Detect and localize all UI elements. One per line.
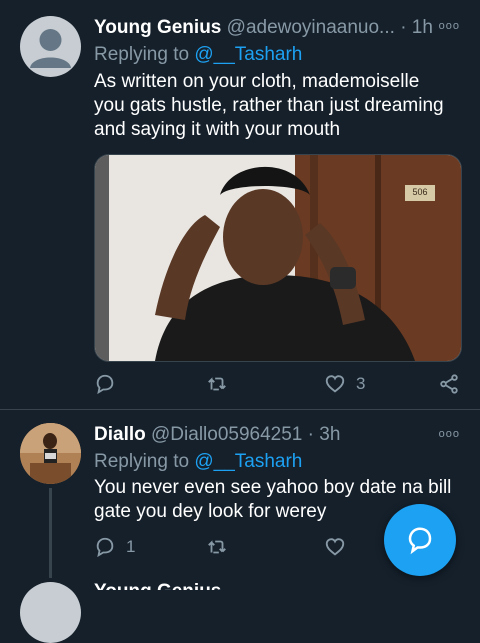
avatar[interactable]: [20, 16, 81, 77]
timestamp[interactable]: 1h: [412, 17, 433, 38]
replying-to: Replying to @__Tasharh: [94, 43, 302, 67]
mention-link[interactable]: @__Tasharh: [194, 44, 302, 65]
tweet-image[interactable]: 506: [94, 154, 462, 362]
room-number: 506: [412, 187, 428, 197]
tweet-text: As written on your cloth, mademoiselle y…: [94, 71, 444, 140]
tweet-actions: 3: [94, 373, 460, 399]
like-count: 3: [356, 374, 366, 393]
display-name[interactable]: Young Genius: [94, 17, 221, 38]
reply-count: 1: [126, 537, 136, 556]
retweet-icon: [208, 540, 226, 554]
dot-separator: ·: [307, 424, 314, 445]
display-name[interactable]: Diallo: [94, 424, 146, 445]
more-icon[interactable]: ooo: [439, 20, 460, 32]
retweet-button[interactable]: [206, 373, 238, 395]
retweet-icon: [208, 377, 226, 391]
replying-to: Replying to @__Tasharh: [94, 450, 302, 474]
like-button[interactable]: [324, 536, 356, 558]
reply-button[interactable]: 1: [94, 536, 135, 558]
more-icon[interactable]: ooo: [439, 428, 460, 440]
mention-link[interactable]: @__Tasharh: [194, 451, 302, 472]
replying-label: Replying to: [94, 44, 190, 65]
share-icon: [440, 374, 458, 394]
avatar[interactable]: [20, 582, 81, 643]
display-name[interactable]: Young Genius: [94, 580, 221, 590]
timestamp[interactable]: 3h: [319, 424, 340, 445]
share-button[interactable]: [438, 373, 460, 395]
replying-label: Replying to: [94, 451, 190, 472]
retweet-button[interactable]: [206, 536, 238, 558]
thread-line: [49, 488, 52, 578]
avatar[interactable]: [20, 423, 81, 484]
tweet[interactable]: Young Genius @adewoyinaanuo... · 1h ooo …: [0, 0, 480, 409]
dot-separator: ·: [400, 17, 407, 38]
user-handle[interactable]: @adewoyinaanuo...: [227, 17, 395, 38]
like-button[interactable]: 3: [324, 373, 365, 395]
compose-button[interactable]: [384, 504, 456, 576]
user-handle[interactable]: @Diallo05964251: [151, 424, 302, 445]
reply-icon: [96, 374, 114, 395]
tweet-header: Young Genius @adewoyinaanuo... · 1h: [94, 16, 433, 40]
reply-button[interactable]: [94, 373, 126, 395]
like-icon: [325, 375, 345, 393]
like-icon: [325, 538, 345, 556]
compose-icon: [408, 527, 432, 555]
tweet-header: Diallo @Diallo05964251 · 3h: [94, 423, 340, 447]
reply-icon: [96, 537, 114, 558]
